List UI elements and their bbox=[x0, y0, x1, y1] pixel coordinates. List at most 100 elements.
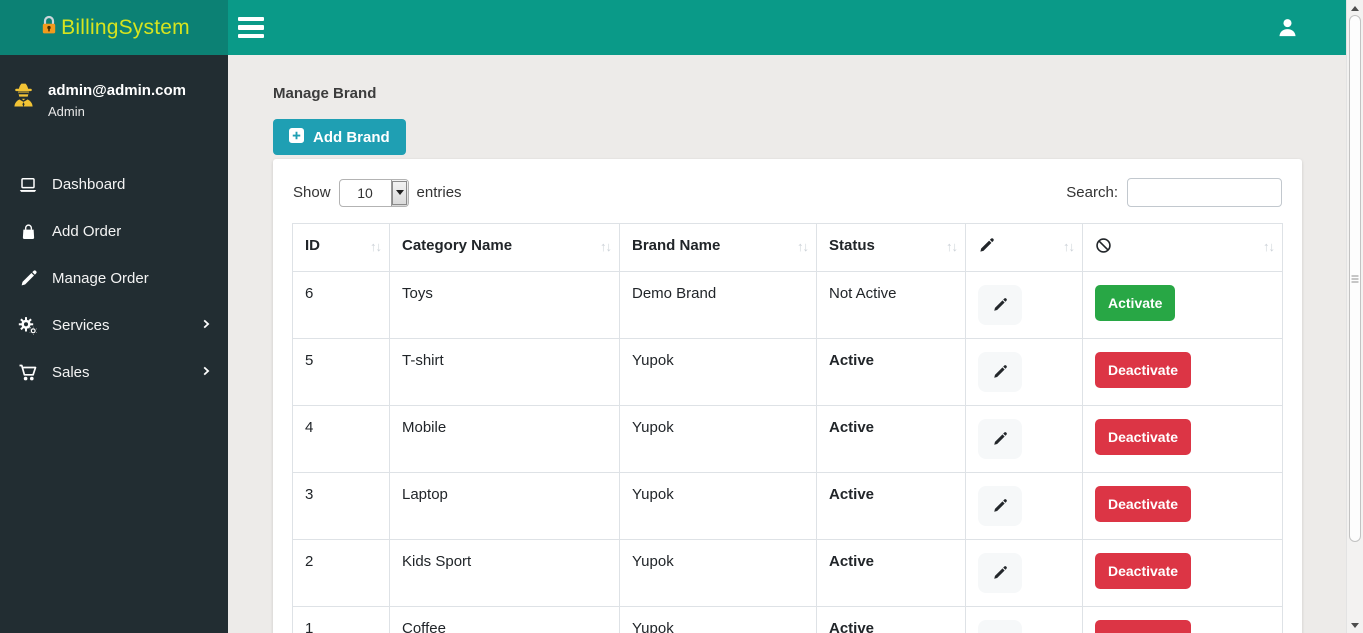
page-title: Manage Brand bbox=[273, 85, 1302, 102]
sort-icon: ↑↓ bbox=[1063, 239, 1074, 254]
scroll-up-arrow-icon[interactable] bbox=[1347, 0, 1363, 16]
sidebar-item-label: Add Order bbox=[52, 223, 212, 240]
deactivate-button[interactable]: Deactivate bbox=[1095, 553, 1191, 589]
column-header-category[interactable]: Category Name↑↓ bbox=[390, 224, 620, 272]
sidebar: admin@admin.com Admin Dashboard Add Orde… bbox=[0, 55, 228, 633]
sidebar-menu: Dashboard Add Order Manage Order bbox=[0, 161, 228, 396]
page-length-control: Show 10 entries bbox=[293, 179, 462, 207]
laptop-icon bbox=[18, 175, 38, 195]
brand-table-card: Show 10 entries Search: ID↑↓ Ca bbox=[273, 159, 1302, 633]
main-content: Manage Brand Add Brand Show 10 entries S… bbox=[228, 55, 1346, 633]
search-input[interactable] bbox=[1127, 178, 1282, 207]
table-row: 4 Mobile Yupok Active Deactivate bbox=[293, 406, 1283, 473]
sort-icon: ↑↓ bbox=[600, 239, 611, 254]
edit-button[interactable] bbox=[978, 553, 1022, 593]
app-logo[interactable]: BillingSystem bbox=[0, 0, 228, 55]
shopping-bag-icon bbox=[18, 222, 38, 241]
entries-label: entries bbox=[417, 184, 462, 201]
brand-name: BillingSystem bbox=[61, 16, 190, 40]
cell-category: Mobile bbox=[390, 406, 620, 473]
column-header-brand[interactable]: Brand Name↑↓ bbox=[620, 224, 817, 272]
activate-button[interactable]: Activate bbox=[1095, 285, 1175, 321]
sidebar-item-services[interactable]: Services bbox=[0, 302, 228, 349]
deactivate-button[interactable]: Deactivate bbox=[1095, 352, 1191, 388]
cell-brand: Demo Brand bbox=[620, 272, 817, 339]
edit-button[interactable] bbox=[978, 352, 1022, 392]
user-panel: admin@admin.com Admin bbox=[0, 55, 228, 129]
deactivate-button[interactable]: Deactivate bbox=[1095, 486, 1191, 522]
column-header-id[interactable]: ID↑↓ bbox=[293, 224, 390, 272]
table-row: 2 Kids Sport Yupok Active Deactivate bbox=[293, 540, 1283, 607]
cell-brand: Yupok bbox=[620, 406, 817, 473]
scrollbar-grip bbox=[1352, 275, 1359, 282]
cell-category: T-shirt bbox=[390, 339, 620, 406]
chevron-down-icon bbox=[391, 180, 408, 206]
cell-id: 5 bbox=[293, 339, 390, 406]
cell-status: Active bbox=[817, 406, 966, 473]
sort-icon: ↑↓ bbox=[370, 239, 381, 254]
user-email: admin@admin.com bbox=[48, 81, 186, 101]
cell-brand: Yupok bbox=[620, 339, 817, 406]
cell-category: Kids Sport bbox=[390, 540, 620, 607]
brand-table: ID↑↓ Category Name↑↓ Brand Name↑↓ Status… bbox=[292, 223, 1283, 633]
vertical-scrollbar[interactable] bbox=[1346, 0, 1363, 633]
sidebar-item-label: Dashboard bbox=[52, 176, 212, 193]
cell-category: Toys bbox=[390, 272, 620, 339]
edit-icon bbox=[978, 241, 995, 258]
cogs-icon bbox=[18, 316, 38, 336]
cell-id: 2 bbox=[293, 540, 390, 607]
edit-button[interactable] bbox=[978, 419, 1022, 459]
column-header-status-toggle[interactable]: ↑↓ bbox=[1083, 224, 1283, 272]
pencil-icon bbox=[18, 269, 38, 288]
user-icon[interactable] bbox=[1272, 13, 1302, 43]
table-row: 1 Coffee Yupok Active Deactivate bbox=[293, 607, 1283, 633]
padlock-icon bbox=[38, 14, 60, 41]
cell-brand: Yupok bbox=[620, 473, 817, 540]
show-label: Show bbox=[293, 184, 331, 201]
sidebar-item-label: Manage Order bbox=[52, 270, 212, 287]
deactivate-button[interactable]: Deactivate bbox=[1095, 419, 1191, 455]
column-header-edit[interactable]: ↑↓ bbox=[966, 224, 1083, 272]
sidebar-item-add-order[interactable]: Add Order bbox=[0, 208, 228, 255]
top-header: BillingSystem bbox=[0, 0, 1346, 55]
table-header-row: ID↑↓ Category Name↑↓ Brand Name↑↓ Status… bbox=[293, 224, 1283, 272]
column-header-status[interactable]: Status↑↓ bbox=[817, 224, 966, 272]
table-row: 3 Laptop Yupok Active Deactivate bbox=[293, 473, 1283, 540]
user-secret-icon bbox=[10, 81, 37, 113]
cell-category: Coffee bbox=[390, 607, 620, 633]
add-brand-button[interactable]: Add Brand bbox=[273, 119, 406, 155]
scrollbar-thumb[interactable] bbox=[1349, 15, 1361, 542]
chevron-right-icon bbox=[200, 364, 212, 381]
cell-status: Active bbox=[817, 540, 966, 607]
cell-id: 6 bbox=[293, 272, 390, 339]
cell-category: Laptop bbox=[390, 473, 620, 540]
table-row: 5 T-shirt Yupok Active Deactivate bbox=[293, 339, 1283, 406]
cell-status: Active bbox=[817, 607, 966, 633]
cell-brand: Yupok bbox=[620, 540, 817, 607]
sidebar-item-manage-order[interactable]: Manage Order bbox=[0, 255, 228, 302]
hamburger-icon[interactable] bbox=[238, 8, 278, 48]
cell-id: 1 bbox=[293, 607, 390, 633]
sort-icon: ↑↓ bbox=[797, 239, 808, 254]
sidebar-item-label: Services bbox=[52, 317, 186, 334]
search-label: Search: bbox=[1066, 184, 1118, 201]
edit-button[interactable] bbox=[978, 486, 1022, 526]
sort-icon: ↑↓ bbox=[1263, 239, 1274, 254]
sidebar-item-sales[interactable]: Sales bbox=[0, 349, 228, 396]
cell-brand: Yupok bbox=[620, 607, 817, 633]
sidebar-item-dashboard[interactable]: Dashboard bbox=[0, 161, 228, 208]
page-length-select[interactable]: 10 bbox=[339, 179, 409, 207]
sidebar-item-label: Sales bbox=[52, 364, 186, 381]
edit-button[interactable] bbox=[978, 620, 1022, 633]
deactivate-button[interactable]: Deactivate bbox=[1095, 620, 1191, 633]
cell-id: 4 bbox=[293, 406, 390, 473]
scroll-down-arrow-icon[interactable] bbox=[1347, 617, 1363, 633]
table-controls: Show 10 entries Search: bbox=[293, 178, 1282, 207]
navbar bbox=[228, 0, 1346, 55]
chevron-right-icon bbox=[200, 317, 212, 334]
cell-status: Not Active bbox=[817, 272, 966, 339]
ban-icon bbox=[1095, 241, 1112, 258]
plus-square-icon bbox=[289, 128, 304, 147]
edit-button[interactable] bbox=[978, 285, 1022, 325]
search-control: Search: bbox=[1066, 178, 1282, 207]
